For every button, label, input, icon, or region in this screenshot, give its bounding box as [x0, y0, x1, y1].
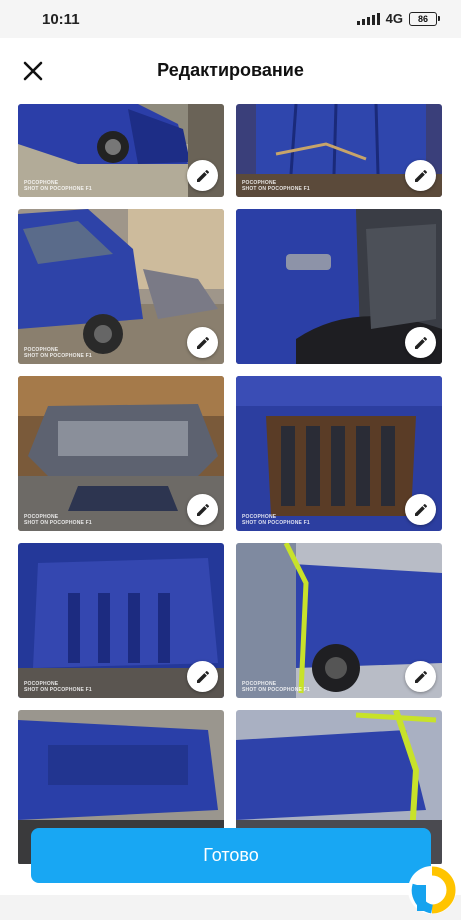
- pencil-icon: [414, 336, 427, 349]
- photo-watermark: POCOPHONE SHOT ON POCOPHONE F1: [24, 681, 92, 693]
- signal-icon: [356, 12, 380, 25]
- status-bar: 10:11 4G 86: [0, 0, 461, 38]
- done-button[interactable]: Готово: [31, 828, 431, 883]
- photo-tile[interactable]: POCOPHONE SHOT ON POCOPHONE F1: [18, 376, 224, 531]
- photo-watermark: POCOPHONE SHOT ON POCOPHONE F1: [242, 681, 310, 693]
- pencil-icon: [196, 336, 209, 349]
- pencil-icon: [196, 670, 209, 683]
- edit-photo-button[interactable]: [405, 661, 436, 692]
- pencil-icon: [414, 670, 427, 683]
- edit-photo-button[interactable]: [187, 160, 218, 191]
- photo-grid[interactable]: POCOPHONE SHOT ON POCOPHONE F1 POCOPHONE…: [0, 104, 461, 864]
- pencil-icon: [196, 503, 209, 516]
- photo-watermark: POCOPHONE SHOT ON POCOPHONE F1: [24, 180, 92, 192]
- photo-watermark: POCOPHONE SHOT ON POCOPHONE F1: [24, 347, 92, 359]
- pencil-icon: [414, 503, 427, 516]
- status-time: 10:11: [42, 11, 80, 28]
- pencil-icon: [196, 169, 209, 182]
- battery-icon: 86: [409, 11, 440, 26]
- photo-tile[interactable]: POCOPHONE SHOT ON POCOPHONE F1: [236, 104, 442, 197]
- pencil-icon: [414, 169, 427, 182]
- network-type: 4G: [385, 11, 403, 26]
- page-title: Редактирование: [157, 60, 304, 80]
- photo-tile[interactable]: POCOPHONE SHOT ON POCOPHONE F1: [18, 543, 224, 698]
- system-nav-bar: [0, 895, 461, 920]
- app-logo-button[interactable]: [407, 865, 457, 915]
- photo-tile[interactable]: POCOPHONE SHOT ON POCOPHONE F1: [18, 104, 224, 197]
- edit-photo-button[interactable]: [187, 327, 218, 358]
- edit-photo-button[interactable]: [187, 494, 218, 525]
- app-logo-icon: [408, 866, 456, 914]
- status-icons: 4G 86: [356, 11, 440, 26]
- edit-photo-button[interactable]: [405, 160, 436, 191]
- photo-tile[interactable]: POCOPHONE SHOT ON POCOPHONE F1: [18, 209, 224, 364]
- edit-photo-button[interactable]: [405, 494, 436, 525]
- edit-photo-button[interactable]: [187, 661, 218, 692]
- photo-watermark: POCOPHONE SHOT ON POCOPHONE F1: [242, 180, 310, 192]
- photo-tile[interactable]: POCOPHONE SHOT ON POCOPHONE F1: [236, 376, 442, 531]
- photo-watermark: POCOPHONE SHOT ON POCOPHONE F1: [242, 514, 310, 526]
- edit-photo-button[interactable]: [405, 327, 436, 358]
- photo-tile[interactable]: POCOPHONE SHOT ON POCOPHONE F1: [236, 543, 442, 698]
- photo-tile[interactable]: [236, 209, 442, 364]
- photo-watermark: POCOPHONE SHOT ON POCOPHONE F1: [24, 514, 92, 526]
- app-header: Редактирование: [0, 38, 461, 104]
- battery-level: 86: [417, 13, 428, 24]
